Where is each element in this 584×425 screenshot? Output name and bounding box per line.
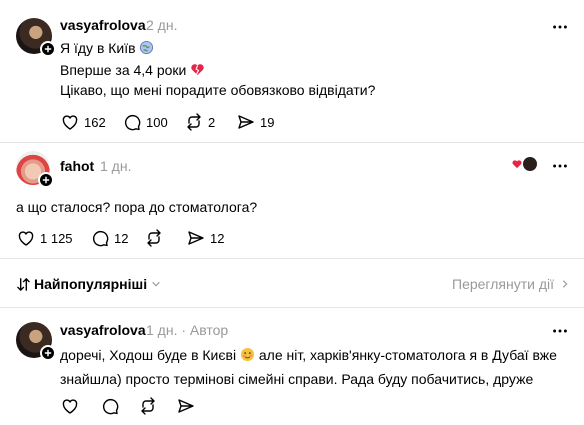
share-count: 19: [260, 114, 275, 130]
like-button[interactable]: 1 125: [16, 226, 90, 250]
comment-icon: [102, 398, 119, 415]
more-options-icon[interactable]: [550, 17, 570, 37]
more-options-icon[interactable]: [550, 321, 570, 341]
post-username[interactable]: vasyafrolova: [60, 17, 146, 33]
sort-dropdown[interactable]: Найпопулярніші: [16, 276, 161, 292]
comment-icon: [92, 230, 109, 247]
repost-icon: [141, 397, 155, 415]
reply-text: а що сталося? пора до стоматолога?: [16, 199, 258, 215]
chevron-down-icon: [152, 281, 160, 287]
share-button[interactable]: [176, 394, 196, 418]
follow-plus-icon[interactable]: [38, 172, 54, 188]
comment-button[interactable]: 12: [90, 226, 144, 250]
reaction-badge: [512, 157, 537, 171]
post-actions: 162 100 2 19: [60, 110, 274, 134]
broken-heart-icon: [190, 62, 205, 82]
like-count: 162: [84, 114, 106, 130]
post-line-1: Я їду в Київ: [60, 39, 154, 60]
share-icon: [178, 399, 194, 413]
share-icon: [188, 231, 204, 245]
divider: [0, 142, 584, 143]
author-reply-text: доречі, Ходош буде в Києві але ніт, харк…: [60, 346, 557, 387]
post-time: 2 дн.: [146, 17, 178, 33]
repost-icon: [187, 113, 201, 131]
like-button[interactable]: [60, 394, 100, 418]
reply-actions: 1 125 12 12: [16, 226, 224, 250]
repost-button[interactable]: 2: [184, 110, 236, 134]
small-heart-icon: [512, 160, 522, 169]
share-button[interactable]: 19: [236, 110, 274, 134]
avatar-vasyafrolova[interactable]: [16, 322, 56, 361]
avatar-vasyafrolova[interactable]: [16, 18, 56, 57]
divider: [0, 307, 584, 308]
comment-icon: [124, 114, 141, 131]
avatar-fahot[interactable]: [16, 151, 54, 188]
sort-label: Найпопулярніші: [34, 276, 148, 292]
sort-icon: [17, 277, 30, 291]
globe-icon: [139, 40, 154, 60]
view-activity-label: Переглянути дії: [452, 276, 554, 292]
author-reply-username[interactable]: vasyafrolova: [60, 322, 146, 338]
repost-button[interactable]: [144, 226, 186, 250]
liker-avatar: [523, 157, 537, 171]
share-count: 12: [210, 230, 225, 246]
follow-plus-icon[interactable]: [40, 345, 56, 361]
author-reply-actions: [60, 394, 196, 418]
post-line-3: Цікаво, що мені порадите обовязково відв…: [60, 82, 376, 98]
chevron-right-icon: [562, 280, 568, 288]
divider: [0, 258, 584, 259]
reply-username[interactable]: fahot: [60, 158, 94, 174]
comment-count: 12: [114, 230, 129, 246]
more-options-icon[interactable]: [550, 156, 570, 176]
follow-plus-icon[interactable]: [40, 41, 56, 57]
heart-icon: [62, 115, 78, 130]
like-button[interactable]: 162: [60, 110, 122, 134]
heart-icon: [62, 399, 78, 414]
heart-icon: [18, 231, 34, 246]
repost-button[interactable]: [138, 394, 176, 418]
comment-button[interactable]: [100, 394, 138, 418]
smiling-face-icon: [240, 346, 255, 368]
view-activity-link[interactable]: Переглянути дії: [452, 276, 570, 292]
like-count: 1 125: [40, 230, 73, 246]
comment-button[interactable]: 100: [122, 110, 184, 134]
share-icon: [238, 115, 254, 129]
repost-icon: [147, 229, 161, 247]
author-reply-time: 1 дн. · Автор: [146, 322, 229, 338]
repost-count: 2: [208, 114, 216, 130]
share-button[interactable]: 12: [186, 226, 224, 250]
post-line-2: Вперше за 4,4 роки: [60, 61, 205, 82]
comment-count: 100: [146, 114, 168, 130]
reply-time: 1 дн.: [100, 158, 132, 174]
